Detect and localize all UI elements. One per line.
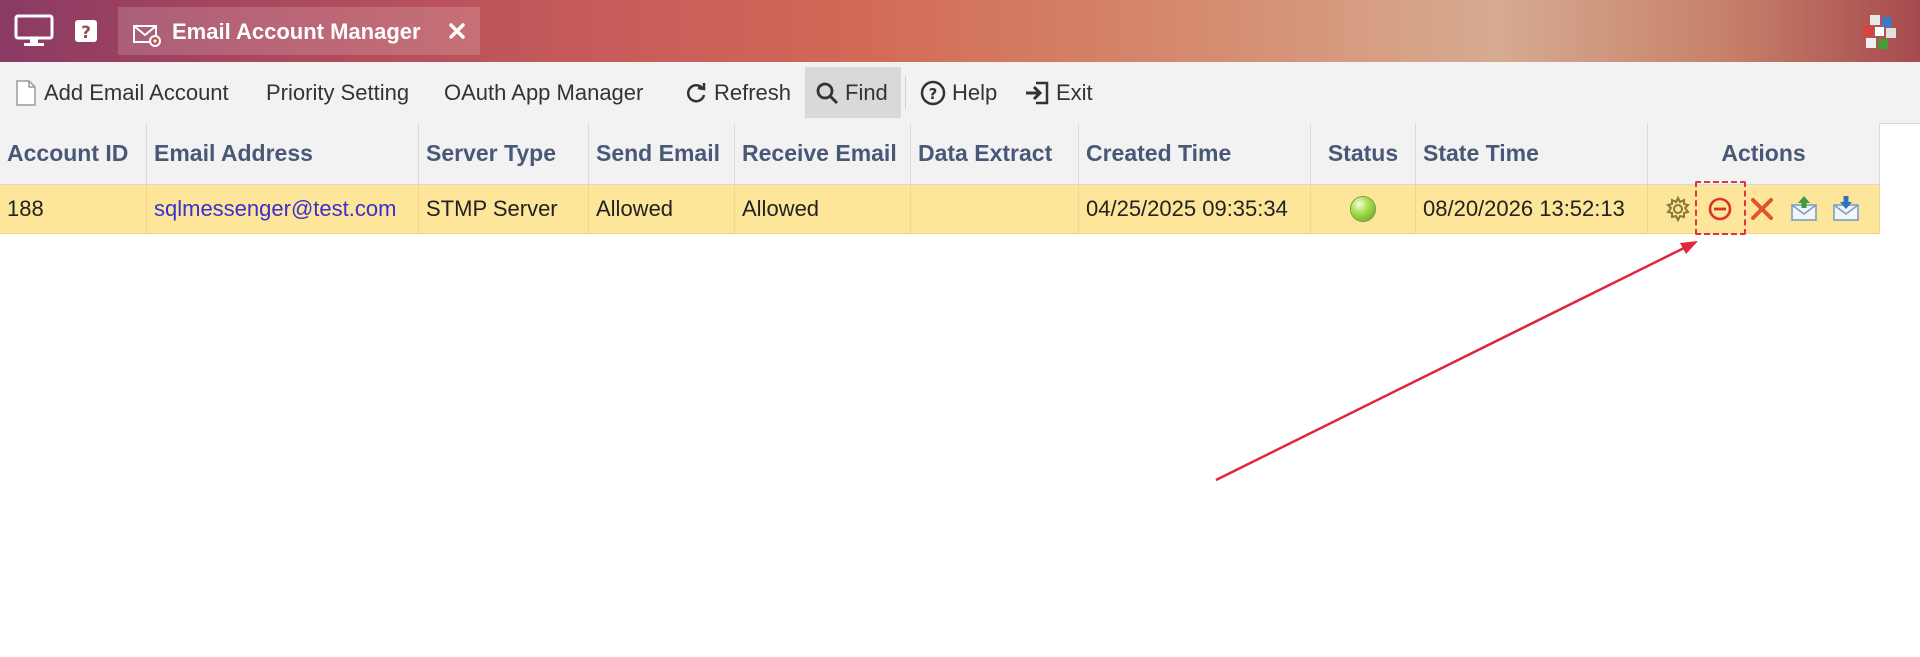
cell-state-time: 08/20/2026 13:52:13	[1416, 185, 1648, 233]
priority-setting-label: Priority Setting	[266, 79, 410, 105]
help-button[interactable]: ? Help	[920, 67, 997, 118]
exit-icon	[1026, 81, 1049, 104]
svg-text:?: ?	[81, 23, 91, 43]
column-header-status[interactable]: Status	[1311, 123, 1416, 184]
column-header-receive-email[interactable]: Receive Email	[735, 123, 911, 184]
column-header-created-time[interactable]: Created Time	[1079, 123, 1311, 184]
oauth-app-manager-button[interactable]: OAuth App Manager	[444, 67, 643, 118]
toolbar-divider	[905, 76, 906, 109]
svg-text:?: ?	[929, 85, 938, 103]
column-header-data-extract[interactable]: Data Extract	[911, 123, 1079, 184]
settings-gear-icon[interactable]	[1664, 195, 1692, 223]
add-email-account-button[interactable]: Add Email Account	[14, 67, 229, 118]
cell-actions	[1648, 185, 1880, 233]
email-address-link[interactable]: sqlmessenger@test.com	[154, 196, 396, 222]
refresh-button[interactable]: Refresh	[684, 67, 791, 118]
app-logo-icon	[1863, 15, 1896, 49]
toolbar: Add Email Account Priority Setting OAuth…	[0, 62, 1920, 124]
search-icon	[816, 82, 839, 104]
cell-email-address: sqlmessenger@test.com	[147, 185, 419, 233]
cell-server-type: STMP Server	[419, 185, 589, 233]
question-icon[interactable]: ?	[74, 19, 98, 43]
cell-data-extract	[911, 185, 1079, 233]
help-circle-icon: ?	[920, 80, 946, 105]
column-header-actions: Actions	[1648, 123, 1880, 184]
close-icon[interactable]	[446, 20, 468, 42]
cell-status	[1311, 185, 1416, 233]
title-bar: ? Email Account Manager	[0, 0, 1920, 62]
refresh-icon	[686, 82, 706, 102]
delete-x-icon[interactable]	[1748, 195, 1776, 223]
table-header: Account ID Email Address Server Type Sen…	[0, 123, 1880, 185]
tab-email-account-manager[interactable]: Email Account Manager	[118, 7, 480, 55]
oauth-app-manager-label: OAuth App Manager	[444, 79, 644, 105]
status-active-icon	[1351, 197, 1375, 221]
column-header-email-address[interactable]: Email Address	[147, 123, 419, 184]
cell-receive-email: Allowed	[735, 185, 911, 233]
column-header-state-time[interactable]: State Time	[1416, 123, 1648, 184]
column-header-account-id[interactable]: Account ID	[0, 123, 147, 184]
cell-created-time: 04/25/2025 09:35:34	[1079, 185, 1311, 233]
cell-account-id: 188	[0, 185, 147, 233]
priority-setting-button[interactable]: Priority Setting	[266, 67, 409, 118]
document-icon	[16, 79, 36, 106]
exit-label: Exit	[1056, 79, 1093, 105]
mail-settings-icon	[133, 25, 161, 47]
find-button[interactable]: Find	[805, 67, 901, 118]
tab-title: Email Account Manager	[172, 19, 421, 44]
add-email-account-label: Add Email Account	[44, 79, 229, 105]
send-mail-upload-icon[interactable]	[1790, 195, 1818, 223]
exit-button[interactable]: Exit	[1024, 67, 1093, 118]
highlight-box	[1695, 181, 1746, 235]
find-label: Find	[845, 79, 888, 105]
column-header-send-email[interactable]: Send Email	[589, 123, 735, 184]
monitor-icon[interactable]	[14, 14, 54, 48]
cell-send-email: Allowed	[589, 185, 735, 233]
help-label: Help	[952, 79, 998, 105]
receive-mail-download-icon[interactable]	[1832, 195, 1860, 223]
column-header-server-type[interactable]: Server Type	[419, 123, 589, 184]
table-row[interactable]: 188 sqlmessenger@test.com STMP Server Al…	[0, 185, 1880, 234]
refresh-label: Refresh	[714, 79, 792, 105]
